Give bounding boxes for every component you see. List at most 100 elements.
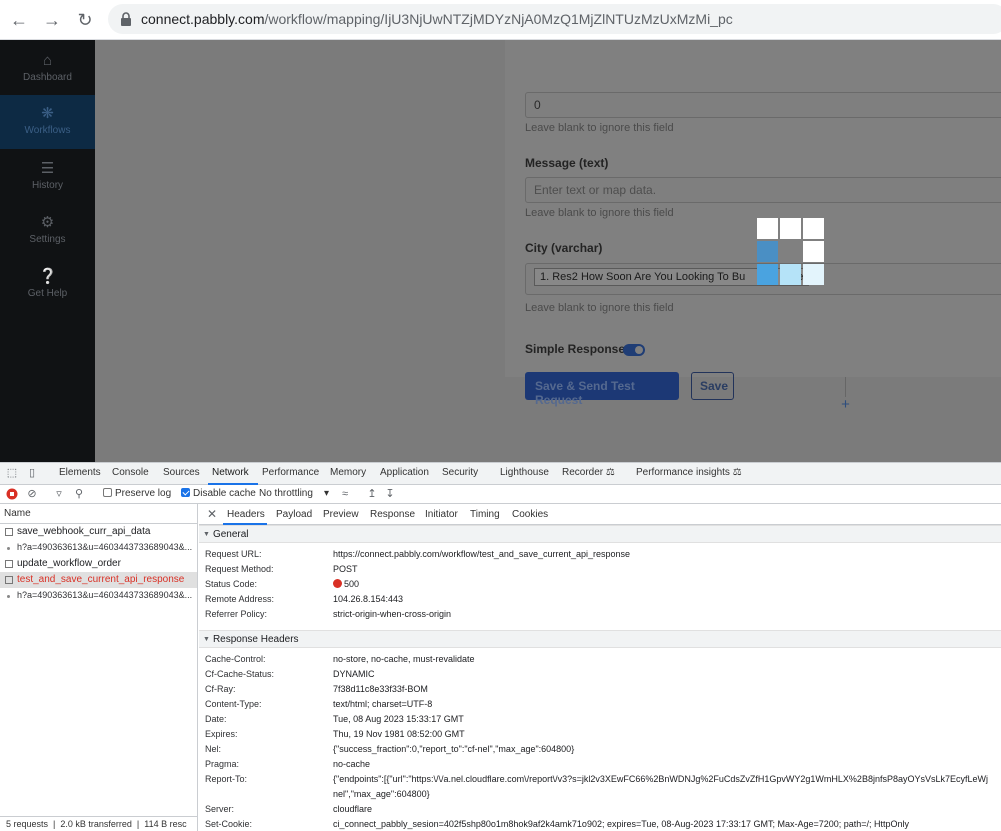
header-value: https://connect.pabbly.com/workflow/test… [333,549,631,559]
header-value: ci_connect_pabbly_sesion=402f5shp80o1m8h… [333,819,910,829]
help-icon: ❔ [38,268,58,285]
sidebar-item-label: History [31,180,64,191]
header-key: Cf-Ray: [205,684,236,694]
sidebar-item-get-help[interactable]: ❔ Get Help [0,258,95,312]
simple-response-label: Simple Response [525,342,626,356]
upload-icon[interactable]: ↥ [365,488,379,501]
loader-square [803,264,824,285]
error-status-icon [333,579,342,588]
tab-sources[interactable]: Sources [163,467,200,478]
clear-icon[interactable]: ⊘ [25,488,39,501]
request-type-icon [5,560,13,568]
sidebar-item-label: Workflows [24,125,71,136]
detail-tabbar: ✕ Headers Payload Preview Response Initi… [199,504,1001,525]
tab-console[interactable]: Console [112,467,149,478]
tab-timing[interactable]: Timing [470,509,500,520]
reload-icon[interactable]: ↻ [74,9,96,31]
record-stop-icon[interactable] [5,488,19,501]
list-icon: ☰ [40,160,55,177]
filter-icon[interactable]: ▿ [52,488,66,501]
network-summary: 5 requests | 2.0 kB transferred | 114 B … [0,816,198,831]
forward-arrow-icon[interactable]: → [41,9,63,31]
tab-payload[interactable]: Payload [276,509,312,520]
header-value: {"success_fraction":0,"report_to":"cf-ne… [333,744,575,754]
header-value: Tue, 08 Aug 2023 15:33:17 GMT [333,714,464,724]
field-hint: Leave blank to ignore this field [525,207,674,219]
sidebar: ⌂ Dashboard ❋ Workflows ☰ History ⚙ Sett… [0,40,95,462]
request-list: Name save_webhook_curr_api_data h?a=4903… [0,504,198,831]
devtools-tabbar: ⬚ ▯ Elements Console Sources Network Per… [0,463,1001,485]
header-value: cloudflare [333,804,373,814]
inspect-element-icon[interactable]: ⬚ [5,467,19,480]
city-field-label: City (varchar) [525,241,603,255]
tab-headers[interactable]: Headers [227,509,265,520]
download-icon[interactable]: ↧ [383,488,397,501]
tab-initiator[interactable]: Initiator [425,509,458,520]
request-detail-pane: ✕ Headers Payload Preview Response Initi… [199,504,1001,831]
tab-lighthouse[interactable]: Lighthouse [500,467,549,478]
disable-cache-checkbox[interactable]: Disable cache [181,488,256,499]
message-field[interactable]: Enter text or map data. [525,177,1001,203]
header-key: Pragma: [205,759,240,769]
device-toggle-icon[interactable]: ▯ [25,467,39,480]
list-item[interactable]: h?a=490363613&u=4603443733689043&... [0,540,197,556]
list-item[interactable]: update_workflow_order [0,556,197,572]
header-key: Report-To: [205,774,248,784]
response-headers-section-header[interactable]: ▼ Response Headers [199,630,1001,648]
loader-square [780,264,801,285]
url-text: connect.pabbly.com/workflow/mapping/IjU3… [141,11,733,27]
sidebar-item-label: Get Help [27,288,68,299]
request-type-icon [5,576,13,584]
collapse-triangle-icon: ▼ [203,636,210,643]
loader-square [803,241,824,262]
add-step-plus-icon[interactable]: + [837,396,854,413]
tab-security[interactable]: Security [442,467,478,478]
header-key: Request URL: [205,549,262,559]
tab-application[interactable]: Application [380,467,429,478]
simple-response-toggle[interactable] [623,344,645,356]
tab-performance[interactable]: Performance [262,467,319,478]
request-type-icon [7,547,10,550]
header-key: Referrer Policy: [205,609,268,619]
header-key: Cf-Cache-Status: [205,669,275,679]
header-value: no-store, no-cache, must-revalidate [333,654,475,664]
loader-square [803,218,824,239]
search-icon[interactable]: ⚲ [72,488,86,501]
throttling-select[interactable]: No throttling ▾ [259,488,329,499]
tab-performance-insights[interactable]: Performance insights ⚖ [636,467,742,478]
save-button[interactable]: Save [691,372,734,400]
list-item[interactable]: save_webhook_curr_api_data [0,524,197,540]
tab-preview[interactable]: Preview [323,509,359,520]
top-numeric-field[interactable]: 0 [525,92,1001,118]
request-type-icon [5,528,13,536]
tab-cookies[interactable]: Cookies [512,509,548,520]
list-item[interactable]: h?a=490363613&u=4603443733689043&... [0,588,197,604]
sidebar-item-settings[interactable]: ⚙ Settings [0,204,95,258]
sidebar-item-dashboard[interactable]: ⌂ Dashboard [0,42,95,96]
header-key: Cache-Control: [205,654,266,664]
tab-memory[interactable]: Memory [330,467,366,478]
loading-spinner [757,218,825,286]
header-key: Status Code: [205,579,258,589]
header-key: Set-Cookie: [205,819,253,829]
workflow-icon: ❋ [41,105,54,122]
tab-response[interactable]: Response [370,509,415,520]
save-send-test-button[interactable]: Save & Send Test Request [525,372,679,407]
field-hint: Leave blank to ignore this field [525,302,674,314]
sidebar-item-workflows[interactable]: ❋ Workflows [0,95,95,149]
network-conditions-icon[interactable]: ≈ [338,488,352,501]
general-section-header[interactable]: ▼ General [199,525,1001,543]
close-icon[interactable]: ✕ [207,507,217,521]
tab-network[interactable]: Network [212,467,249,478]
list-item[interactable]: test_and_save_current_api_response [0,572,197,588]
address-bar[interactable]: connect.pabbly.com/workflow/mapping/IjU3… [108,4,1001,34]
loader-square [757,241,778,262]
sidebar-item-history[interactable]: ☰ History [0,150,95,204]
tab-recorder[interactable]: Recorder ⚖ [562,467,615,478]
header-value: DYNAMIC [333,669,375,679]
back-arrow-icon[interactable]: ← [8,9,30,31]
workflow-connector-line [845,377,846,397]
preserve-log-checkbox[interactable]: Preserve log [103,488,171,499]
column-header-name[interactable]: Name [0,504,197,524]
tab-elements[interactable]: Elements [59,467,101,478]
